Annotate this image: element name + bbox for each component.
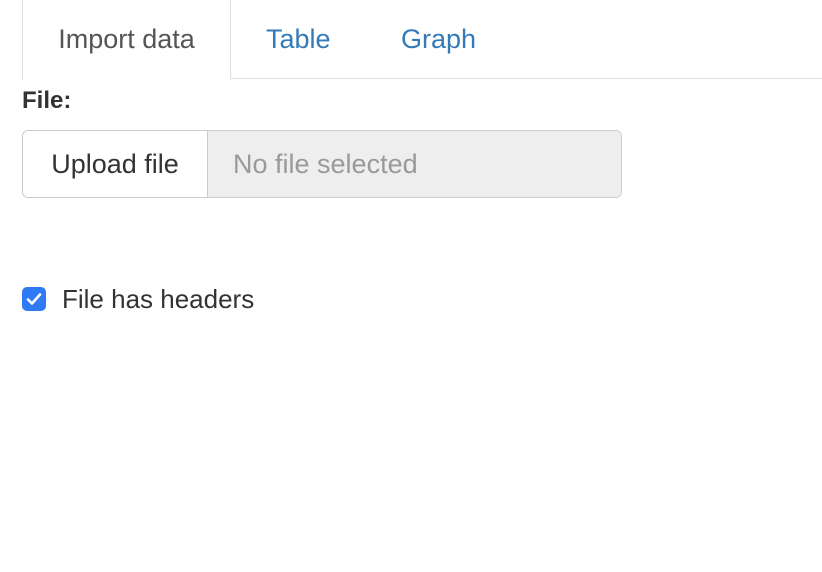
- headers-checkbox-row[interactable]: File has headers: [22, 284, 254, 314]
- headers-checkbox-label: File has headers: [62, 284, 255, 314]
- checkmark-icon: [26, 293, 42, 305]
- file-input-group: Upload file No file selected: [22, 130, 622, 198]
- headers-checkbox[interactable]: [22, 287, 46, 311]
- tab-bar: Import data Table Graph: [22, 0, 822, 80]
- tab-table[interactable]: Table: [266, 0, 331, 79]
- page: Import data Table Graph File: Upload fil…: [0, 0, 822, 572]
- file-label: File:: [22, 87, 72, 114]
- tab-graph[interactable]: Graph: [401, 0, 476, 79]
- upload-file-button[interactable]: Upload file: [23, 131, 208, 197]
- file-status-field: No file selected: [208, 131, 621, 197]
- tab-import-data[interactable]: Import data: [22, 0, 231, 80]
